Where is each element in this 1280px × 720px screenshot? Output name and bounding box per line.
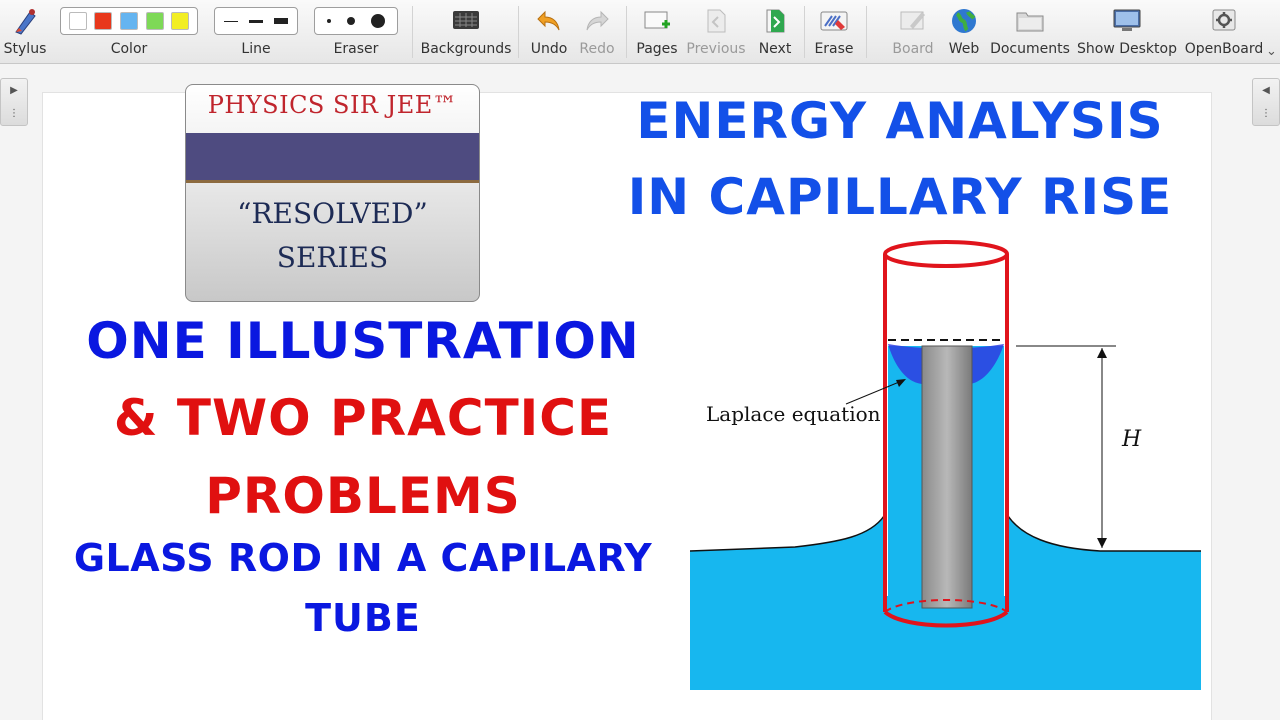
toolbar: Stylus Color Line Eraser Backgrounds Und… xyxy=(0,0,1280,64)
backgrounds-icon xyxy=(451,0,481,42)
folder-icon xyxy=(1014,0,1046,42)
board-button[interactable]: Board xyxy=(890,0,936,64)
previous-page-button[interactable]: Previous xyxy=(686,0,746,64)
subtitle-line-4: GLASS ROD IN A CAPILARY xyxy=(73,536,653,580)
color-swatch-4[interactable] xyxy=(145,12,164,30)
add-page-icon xyxy=(642,0,672,42)
height-arrow-bottom xyxy=(1097,538,1107,548)
subtitle-line-5: TUBE xyxy=(305,596,421,640)
stylus-icon xyxy=(10,0,40,42)
redo-button[interactable]: Redo xyxy=(576,0,618,64)
color-swatch-3[interactable] xyxy=(119,12,138,30)
glass-rod xyxy=(921,345,973,609)
color-swatch-1[interactable] xyxy=(68,12,87,30)
color-swatch-5[interactable] xyxy=(171,12,190,30)
eraser-size-selector[interactable] xyxy=(314,7,398,35)
erase-icon xyxy=(818,0,850,42)
backgrounds-button[interactable]: Backgrounds xyxy=(421,0,511,64)
subtitle-line-2: & TWO PRACTICE xyxy=(113,389,613,447)
toolbar-separator xyxy=(412,6,413,58)
line-width-selector[interactable] xyxy=(214,7,298,35)
show-desktop-button[interactable]: Show Desktop xyxy=(1077,0,1177,64)
expand-left-icon: ◀ xyxy=(1262,85,1270,96)
grip-icon: ⋮ xyxy=(1261,108,1271,119)
undo-icon xyxy=(535,0,563,42)
physics-sir-jee-logo: PHYSICS SIR JEE™ “RESOLVED” SERIES xyxy=(185,84,480,302)
redo-icon xyxy=(583,0,611,42)
subtitle-line-1: ONE ILLUSTRATION xyxy=(86,312,640,370)
monitor-icon xyxy=(1111,0,1143,42)
toolbar-separator xyxy=(804,6,805,58)
thick-line-icon[interactable] xyxy=(273,18,288,24)
logo-series: SERIES xyxy=(276,241,389,274)
toolbar-separator xyxy=(866,6,867,58)
web-button[interactable]: Web xyxy=(944,0,984,64)
documents-button[interactable]: Documents xyxy=(990,0,1070,64)
capillary-rise-diagram: H Laplace equation xyxy=(690,240,1201,690)
title-line-1: ENERGY ANALYSIS xyxy=(636,92,1164,150)
water-reservoir xyxy=(690,516,884,690)
thin-line-icon[interactable] xyxy=(224,20,239,22)
toolbar-overflow-icon[interactable]: ⌄ xyxy=(1266,44,1277,59)
tube-top-rim xyxy=(883,240,1009,268)
subtitle-line-3: PROBLEMS xyxy=(205,467,521,525)
right-panel-toggle[interactable]: ◀ ⋮ xyxy=(1252,78,1280,126)
globe-icon xyxy=(949,0,979,42)
color-tool[interactable]: Color xyxy=(60,0,198,64)
previous-page-icon xyxy=(703,0,729,42)
undo-button[interactable]: Undo xyxy=(528,0,570,64)
medium-line-icon[interactable] xyxy=(248,19,263,23)
next-page-button[interactable]: Next xyxy=(756,0,794,64)
board-icon xyxy=(898,0,928,42)
toolbar-separator xyxy=(626,6,627,58)
erase-button[interactable]: Erase xyxy=(812,0,856,64)
line-tool[interactable]: Line xyxy=(214,0,298,64)
logo-resolved: “RESOLVED” xyxy=(237,197,428,230)
logo-brand: PHYSICS SIR JEE™ xyxy=(207,91,458,119)
toolbar-separator xyxy=(518,6,519,58)
pages-button[interactable]: Pages xyxy=(634,0,680,64)
color-palette[interactable] xyxy=(60,7,198,35)
logo-band xyxy=(186,133,479,183)
gear-icon xyxy=(1209,0,1239,42)
eraser-tool[interactable]: Eraser xyxy=(314,0,398,64)
title-line-2: IN CAPILLARY RISE xyxy=(627,168,1173,226)
stylus-tool[interactable]: Stylus xyxy=(3,0,47,64)
laplace-equation-label: Laplace equation xyxy=(706,402,881,426)
color-swatch-2[interactable] xyxy=(94,12,113,30)
height-arrow-top xyxy=(1097,348,1107,358)
grip-icon: ⋮ xyxy=(9,108,19,119)
medium-eraser-icon[interactable] xyxy=(347,17,355,25)
expand-right-icon: ▶ xyxy=(10,85,18,96)
left-panel-toggle[interactable]: ▶ ⋮ xyxy=(0,78,28,126)
height-label: H xyxy=(1121,427,1142,452)
next-page-icon xyxy=(762,0,788,42)
large-eraser-icon[interactable] xyxy=(371,14,385,28)
openboard-menu-button[interactable]: OpenBoard xyxy=(1184,0,1264,64)
small-eraser-icon[interactable] xyxy=(327,19,331,23)
